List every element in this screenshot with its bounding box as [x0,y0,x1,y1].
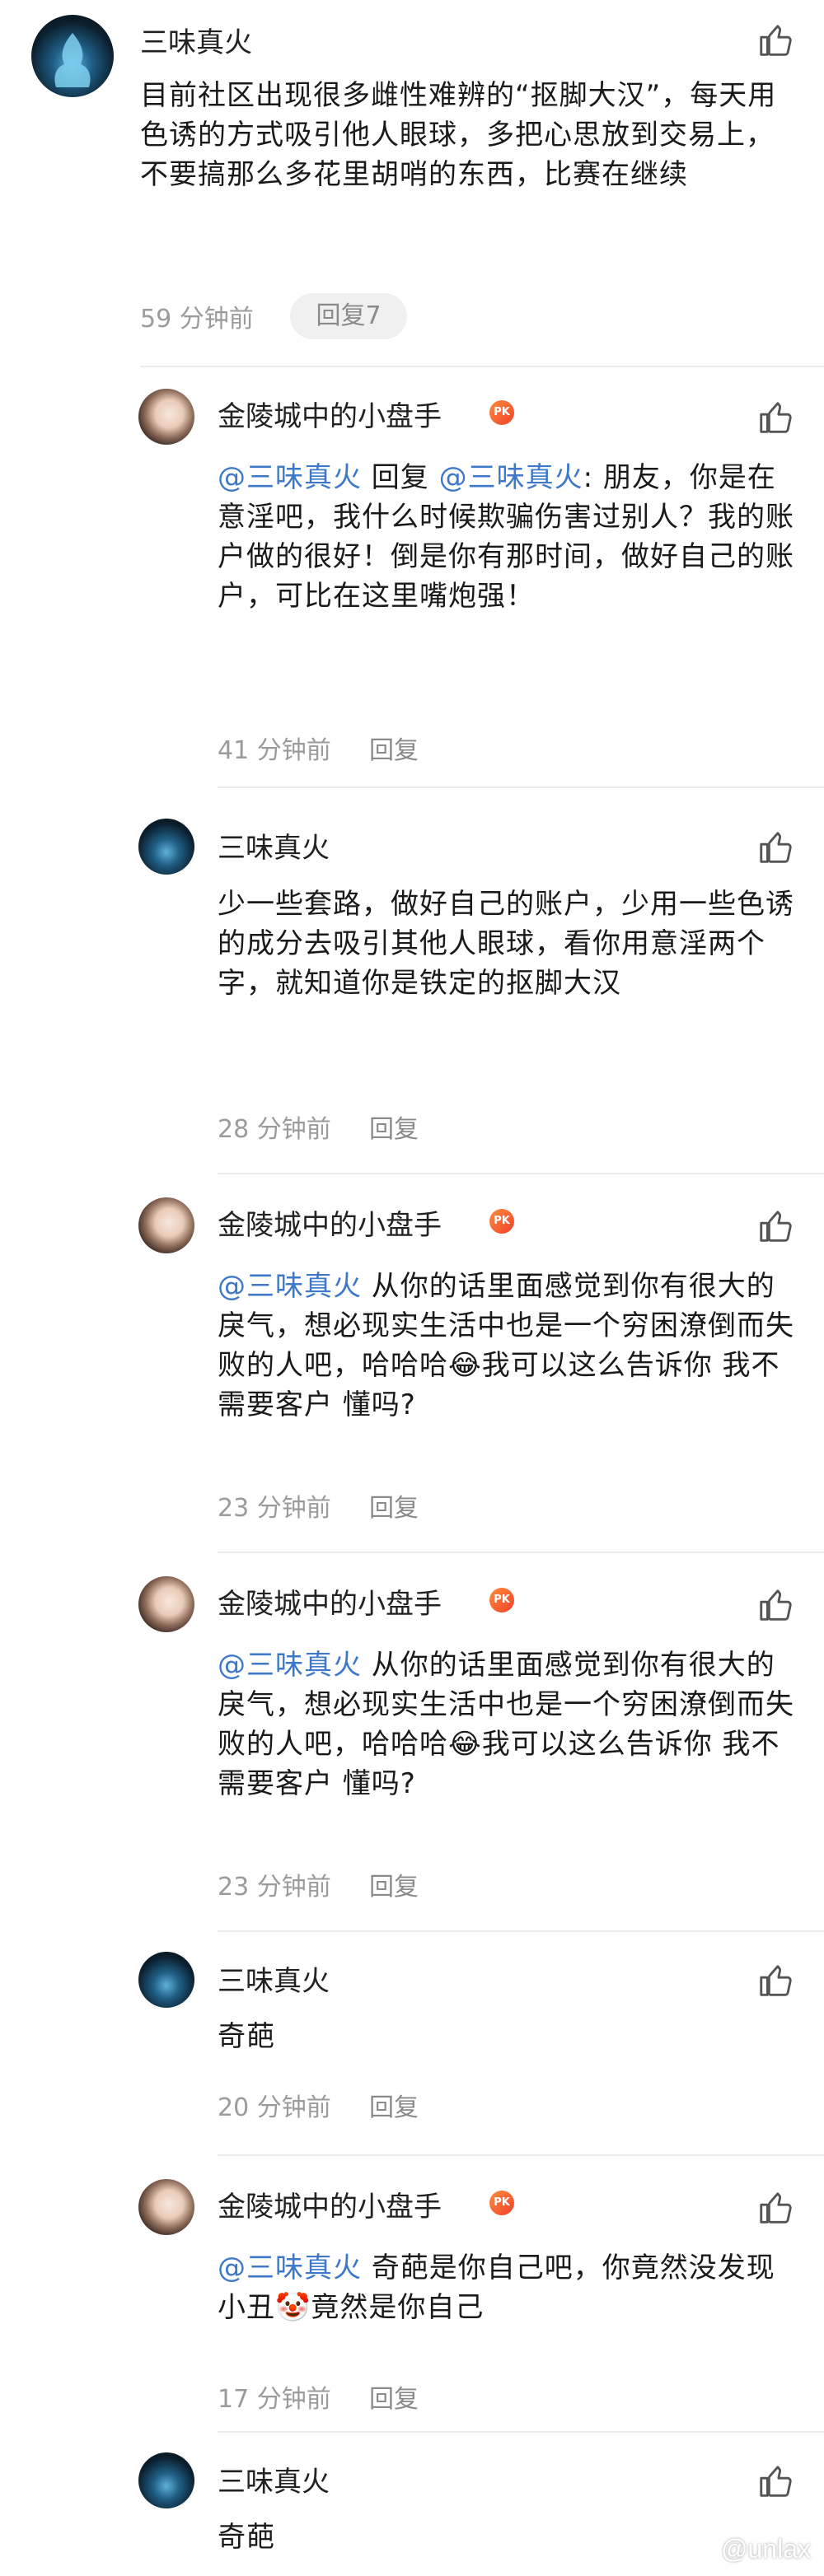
avatar[interactable] [31,15,114,97]
reply-author[interactable]: 三味真火 [218,825,330,866]
reply-text: 奇葩 [218,2020,275,2053]
reply-text: 少一些套路，做好自己的账户，少用一些色诱的成分去吸引其他人眼球，看你用意淫两个字… [218,888,794,1000]
reply-button[interactable]: 回复 [369,1487,419,1524]
reply-time: 23 分钟前 [218,1873,331,1902]
reply-button[interactable]: 回复 [369,1866,419,1902]
pk-badge-icon: PK [489,1209,514,1234]
reply-time: 20 分钟前 [218,2093,331,2122]
reply-text: 奇葩 [218,2521,275,2554]
avatar[interactable] [138,1197,194,1253]
reply-time: 23 分钟前 [218,1494,331,1523]
avatar[interactable] [138,389,194,445]
reply-author[interactable]: 金陵城中的小盘手 [218,394,442,434]
reply-author[interactable]: 三味真火 [218,1958,330,1999]
divider [218,2154,824,2156]
avatar[interactable] [138,2452,194,2508]
reply-text: @三味真火 从你的话里面感觉到你有很大的戾气，想必现实生活中也是一个穷困潦倒而失… [218,1267,794,1425]
reply-text: @三味真火 回复 @三味真火: 朋友，你是在意淫吧，我什么时候欺骗伤害过别人？我… [218,458,794,616]
mention-link[interactable]: @三味真火 [218,1649,362,1682]
divider [218,1552,824,1553]
reply-button[interactable]: 回复 [369,1108,419,1145]
pk-badge-icon: PK [489,400,514,425]
thumbs-up-icon[interactable] [756,2189,794,2227]
reply-button[interactable]: 回复 [369,730,419,766]
comment-time: 59 分钟前 [140,305,254,334]
mention-link[interactable]: @三味真火 [218,461,362,494]
thumbs-up-icon[interactable] [756,399,794,436]
thumbs-up-icon[interactable] [756,2462,794,2500]
thumbs-up-icon[interactable] [756,1962,794,2000]
avatar-figure-icon [54,33,91,87]
reply-author[interactable]: 三味真火 [218,2459,330,2499]
reply-text: @三味真火 奇葩是你自己吧，你竟然没发现小丑🤡竟然是你自己 [218,2248,794,2327]
reply-count-button[interactable]: 回复7 [290,293,407,339]
thumbs-up-icon[interactable] [756,1586,794,1624]
avatar[interactable] [138,1952,194,2008]
reply-author[interactable]: 金陵城中的小盘手 [218,1581,442,1622]
mention-link[interactable]: @三味真火 [218,2252,362,2284]
pk-badge-icon: PK [489,1588,514,1612]
reply-time: 28 分钟前 [218,1115,331,1144]
divider [140,366,824,367]
pk-badge-icon: PK [489,2191,514,2215]
avatar[interactable] [138,2179,194,2235]
thumbs-up-icon[interactable] [756,21,794,59]
reply-text: @三味真火 从你的话里面感觉到你有很大的戾气，想必现实生活中也是一个穷困潦倒而失… [218,1645,794,1804]
watermark: @unlax [721,2534,811,2564]
top-comment: 三味真火 目前社区出现很多雌性难辨的“抠脚大汉”，每天用色诱的方式吸引他人眼球，… [0,0,824,362]
reply-author[interactable]: 金陵城中的小盘手 [218,1202,442,1243]
reply-button[interactable]: 回复 [369,2087,419,2123]
reply-button[interactable]: 回复 [369,2378,419,2415]
reply-time: 41 分钟前 [218,736,331,765]
thumbs-up-icon[interactable] [756,828,794,866]
avatar[interactable] [138,1576,194,1632]
divider [218,2431,824,2433]
reply-author[interactable]: 金陵城中的小盘手 [218,2184,442,2224]
mention-link[interactable]: @三味真火 [218,1270,362,1303]
divider [218,1173,824,1174]
divider [218,786,824,788]
divider [218,1930,824,1932]
reply-keyword: 回复 [362,461,439,494]
comment-author[interactable]: 三味真火 [140,20,252,60]
mention-link[interactable]: @三味真火 [439,461,583,494]
thumbs-up-icon[interactable] [756,1207,794,1245]
reply-time: 17 分钟前 [218,2385,331,2414]
avatar[interactable] [138,819,194,875]
comment-text: 目前社区出现很多雌性难辨的“抠脚大汉”，每天用色诱的方式吸引他人眼球，多把心思放… [140,79,777,191]
